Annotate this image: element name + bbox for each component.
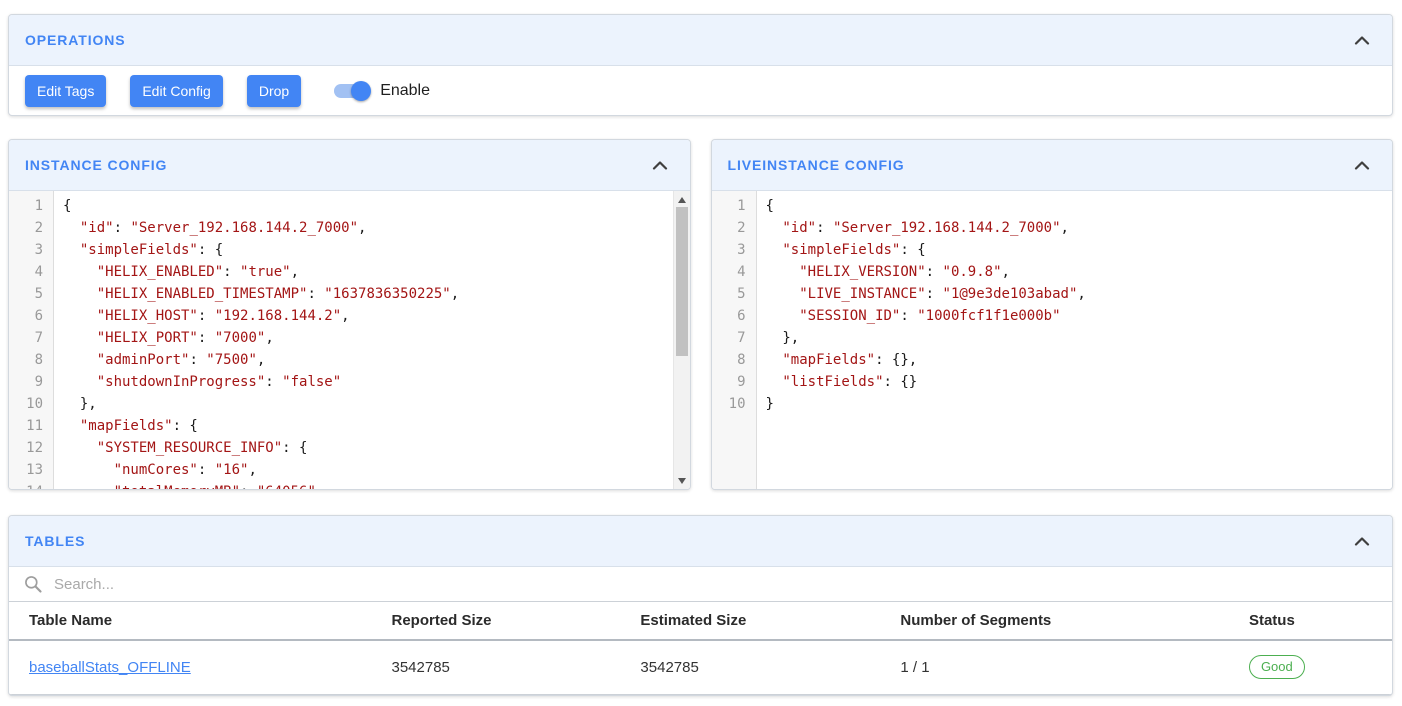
liveinstance-config-panel: LIVEINSTANCE CONFIG 1{2 "id": "Server_19… bbox=[711, 139, 1394, 490]
tables-header: TABLES bbox=[9, 516, 1392, 567]
editor-scrollbar[interactable] bbox=[673, 191, 690, 489]
tables-title: TABLES bbox=[25, 533, 85, 549]
edit-tags-button[interactable]: Edit Tags bbox=[25, 75, 106, 107]
tables-panel: TABLES Table Name Reported Size Esti bbox=[8, 515, 1393, 696]
chevron-up-icon bbox=[652, 158, 668, 173]
search-icon bbox=[23, 574, 43, 594]
operations-body: Edit Tags Edit Config Drop Enable bbox=[9, 66, 1392, 115]
operations-collapse-button[interactable] bbox=[1348, 31, 1376, 49]
drop-button[interactable]: Drop bbox=[247, 75, 301, 107]
operations-title: OPERATIONS bbox=[25, 32, 126, 48]
column-header-reported-size[interactable]: Reported Size bbox=[375, 602, 624, 640]
estimated-size-cell: 3542785 bbox=[624, 640, 884, 695]
scroll-up-arrow[interactable] bbox=[674, 192, 690, 207]
tables-table: Table Name Reported Size Estimated Size … bbox=[9, 602, 1392, 695]
toggle-thumb bbox=[351, 81, 371, 101]
tables-collapse-button[interactable] bbox=[1348, 532, 1376, 550]
operations-header: OPERATIONS bbox=[9, 15, 1392, 66]
column-header-estimated-size[interactable]: Estimated Size bbox=[624, 602, 884, 640]
edit-config-button[interactable]: Edit Config bbox=[130, 75, 222, 107]
table-header-row: Table Name Reported Size Estimated Size … bbox=[9, 602, 1392, 640]
liveinstance-config-header: LIVEINSTANCE CONFIG bbox=[712, 140, 1393, 191]
search-input[interactable] bbox=[54, 576, 1378, 593]
reported-size-cell: 3542785 bbox=[375, 640, 624, 695]
instance-config-editor[interactable]: 1{2 "id": "Server_192.168.144.2_7000",3 … bbox=[9, 191, 690, 489]
column-header-table-name[interactable]: Table Name bbox=[9, 602, 375, 640]
instance-config-title: INSTANCE CONFIG bbox=[25, 157, 167, 173]
scroll-down-arrow[interactable] bbox=[674, 473, 690, 488]
chevron-up-icon bbox=[1354, 158, 1370, 173]
liveinstance-config-code: 1{2 "id": "Server_192.168.144.2_7000",3 … bbox=[712, 191, 1393, 415]
liveinstance-config-title: LIVEINSTANCE CONFIG bbox=[728, 157, 905, 173]
instance-config-header: INSTANCE CONFIG bbox=[9, 140, 690, 191]
table-name-link[interactable]: baseballStats_OFFLINE bbox=[29, 659, 191, 676]
enable-toggle-label: Enable bbox=[380, 82, 430, 100]
scrollbar-thumb[interactable] bbox=[676, 207, 688, 356]
table-search-row bbox=[9, 567, 1392, 602]
instance-config-code: 1{2 "id": "Server_192.168.144.2_7000",3 … bbox=[9, 191, 690, 489]
column-header-number-of-segments[interactable]: Number of Segments bbox=[884, 602, 1233, 640]
segments-cell: 1 / 1 bbox=[884, 640, 1233, 695]
chevron-up-icon bbox=[1354, 33, 1370, 48]
instance-config-panel: INSTANCE CONFIG 1{2 "id": "Server_192.16… bbox=[8, 139, 691, 490]
liveinstance-config-editor[interactable]: 1{2 "id": "Server_192.168.144.2_7000",3 … bbox=[712, 191, 1393, 489]
instance-config-collapse-button[interactable] bbox=[646, 156, 674, 174]
status-badge: Good bbox=[1249, 655, 1305, 679]
table-row: baseballStats_OFFLINE 3542785 3542785 1 … bbox=[9, 640, 1392, 695]
instance-details-page: OPERATIONS Edit Tags Edit Config Drop En… bbox=[0, 0, 1402, 706]
chevron-up-icon bbox=[1354, 534, 1370, 549]
enable-toggle[interactable] bbox=[331, 79, 371, 103]
operations-panel: OPERATIONS Edit Tags Edit Config Drop En… bbox=[8, 14, 1393, 116]
liveinstance-config-collapse-button[interactable] bbox=[1348, 156, 1376, 174]
column-header-status[interactable]: Status bbox=[1233, 602, 1392, 640]
config-panels-row: INSTANCE CONFIG 1{2 "id": "Server_192.16… bbox=[8, 139, 1393, 490]
